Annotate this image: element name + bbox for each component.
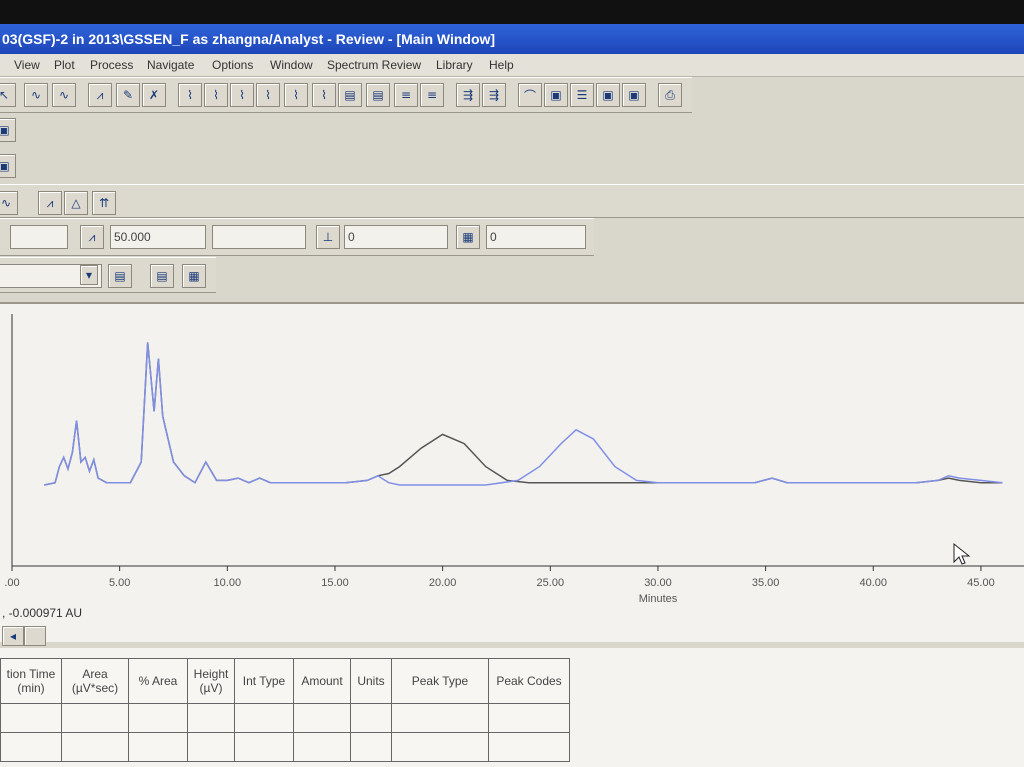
peak-add-icon[interactable]: ⩘ <box>88 83 112 107</box>
spectrum-8-icon[interactable]: ▤ <box>366 83 390 107</box>
col-height[interactable]: Height (µV) <box>187 658 235 704</box>
menu-spectrum-review[interactable]: Spectrum Review <box>327 58 421 72</box>
param-field-3[interactable] <box>212 225 306 249</box>
min-height-field[interactable]: 0 <box>486 225 586 249</box>
integrate-small-icon[interactable]: ∿ <box>0 191 18 215</box>
chromatogram-chart: .00 5.00 10.00 15.00 20.00 25.00 30.00 35.00 40.… <box>4 314 1024 605</box>
col-retention-time[interactable]: tion Time (min) <box>0 658 62 704</box>
spectrum-7-icon[interactable]: ▤ <box>338 83 362 107</box>
menu-view[interactable]: View <box>14 58 40 72</box>
tool-a-icon[interactable]: ⇶ <box>456 83 480 107</box>
chromatogram-trace-1 <box>44 342 1003 486</box>
threshold-icon[interactable]: ⩘ <box>80 225 104 249</box>
menu-library[interactable]: Library <box>436 58 473 72</box>
overlay-icon[interactable]: ▤ <box>108 264 132 288</box>
pointer-icon[interactable]: ↖ <box>0 83 16 107</box>
spectrum-4-icon[interactable]: ⌇ <box>256 83 280 107</box>
view-5-icon[interactable]: ▣ <box>622 83 646 107</box>
spectrum-6-icon[interactable]: ⌇ <box>312 83 336 107</box>
x-tick-label: 35.00 <box>752 577 780 589</box>
menu-help[interactable]: Help <box>489 58 514 72</box>
window-title: 03(GSF)-2 in 2013\GSSEN_F as zhangna/Ana… <box>2 31 496 47</box>
spectrum-5-icon[interactable]: ⌇ <box>284 83 308 107</box>
menu-process[interactable]: Process <box>90 58 133 72</box>
col-amount[interactable]: Amount <box>293 658 351 704</box>
x-tick-label: 10.00 <box>214 577 242 589</box>
spectrum-2-icon[interactable]: ⌇ <box>204 83 228 107</box>
x-axis-label: Minutes <box>639 593 678 605</box>
scroll-left-icon[interactable]: ◂ <box>2 626 24 646</box>
col-peak-codes[interactable]: Peak Codes <box>488 658 570 704</box>
col-int-type[interactable]: Int Type <box>234 658 294 704</box>
x-tick-label: 30.00 <box>644 577 672 589</box>
side-tool-1-icon[interactable]: ▣ <box>0 118 16 142</box>
chromatogram-plot[interactable]: .00 5.00 10.00 15.00 20.00 25.00 30.00 35.00 40.… <box>0 302 1024 642</box>
col-area[interactable]: Area (µV*sec) <box>61 658 129 704</box>
view-2-icon[interactable]: ▣ <box>544 83 568 107</box>
menu-bar: View Plot Process Navigate Options Windo… <box>0 54 1024 77</box>
spectrum-10-icon[interactable]: ≡ <box>420 83 444 107</box>
spectrum-9-icon[interactable]: ≡ <box>394 83 418 107</box>
col-units[interactable]: Units <box>350 658 392 704</box>
zoom-icon[interactable]: ▦ <box>182 264 206 288</box>
view-options-bar: ▾ ▤ ▤ ▦ <box>0 257 216 293</box>
peak-table-area: tion Time (min) Area (µV*sec) % Area Hei… <box>0 648 1024 767</box>
print-icon[interactable]: ⎙ <box>658 83 682 107</box>
integrate-all-icon[interactable]: ∿ <box>52 83 76 107</box>
peak-width-icon[interactable]: ⩘ <box>38 191 62 215</box>
min-area-icon[interactable]: ⊥ <box>316 225 340 249</box>
menu-navigate[interactable]: Navigate <box>147 58 194 72</box>
main-toolbar: ↖ ∿ ∿ ⩘ ✎ ✗ ⌇ ⌇ ⌇ ⌇ ⌇ ⌇ ▤ ▤ ≡ ≡ ⇶ ⇶ ⌒ ▣ … <box>0 77 692 113</box>
peak-edit-icon[interactable]: ✎ <box>116 83 140 107</box>
x-tick-label: 45.00 <box>967 577 995 589</box>
x-tick-label: 25.00 <box>537 577 565 589</box>
x-tick-label: 20.00 <box>429 577 457 589</box>
menu-window[interactable]: Window <box>270 58 313 72</box>
min-height-icon[interactable]: ▦ <box>456 225 480 249</box>
x-tick-label: 15.00 <box>321 577 349 589</box>
integration-params: ⩘ 50.000 ⊥ 0 ▦ 0 <box>0 218 594 256</box>
table-row[interactable] <box>0 703 570 733</box>
stack-icon[interactable]: ▤ <box>150 264 174 288</box>
peak-delete-icon[interactable]: ✗ <box>142 83 166 107</box>
tool-b-icon[interactable]: ⇶ <box>482 83 506 107</box>
view-4-icon[interactable]: ▣ <box>596 83 620 107</box>
integrate-icon[interactable]: ∿ <box>24 83 48 107</box>
x-tick-label: 5.00 <box>109 577 130 589</box>
menu-plot[interactable]: Plot <box>54 58 75 72</box>
peak-table: tion Time (min) Area (µV*sec) % Area Hei… <box>0 658 570 762</box>
x-tick-label: .00 <box>4 577 19 589</box>
peak-detect-icon[interactable]: ⇈ <box>92 191 116 215</box>
min-area-field[interactable]: 0 <box>344 225 448 249</box>
side-tool-2-icon[interactable]: ▣ <box>0 154 16 178</box>
col-peak-type[interactable]: Peak Type <box>391 658 489 704</box>
view-1-icon[interactable]: ⌒ <box>518 83 542 107</box>
param-field-1[interactable] <box>10 225 68 249</box>
peak-table-header: tion Time (min) Area (µV*sec) % Area Hei… <box>0 658 570 704</box>
col-percent-area[interactable]: % Area <box>128 658 188 704</box>
threshold-field[interactable]: 50.000 <box>110 225 206 249</box>
window-title-bar: 03(GSF)-2 in 2013\GSSEN_F as zhangna/Ana… <box>0 24 1024 54</box>
view-3-icon[interactable]: ☰ <box>570 83 594 107</box>
spectrum-3-icon[interactable]: ⌇ <box>230 83 254 107</box>
table-row[interactable] <box>0 732 570 762</box>
scroll-thumb[interactable] <box>24 626 46 646</box>
application-window: 03(GSF)-2 in 2013\GSSEN_F as zhangna/Ana… <box>0 24 1024 767</box>
x-tick-label: 40.00 <box>860 577 888 589</box>
integration-toolbar: ∿ ⩘ △ ⇈ <box>0 184 1024 218</box>
horizontal-scrollbar[interactable]: ◂ <box>0 624 1024 648</box>
spectrum-1-icon[interactable]: ⌇ <box>178 83 202 107</box>
peak-shape-icon[interactable]: △ <box>64 191 88 215</box>
menu-options[interactable]: Options <box>212 58 253 72</box>
chevron-down-icon[interactable]: ▾ <box>80 265 98 285</box>
cursor-readout: , -0.000971 AU <box>2 606 83 620</box>
mouse-cursor-icon <box>953 542 971 565</box>
chromatogram-trace-2 <box>44 342 1003 486</box>
